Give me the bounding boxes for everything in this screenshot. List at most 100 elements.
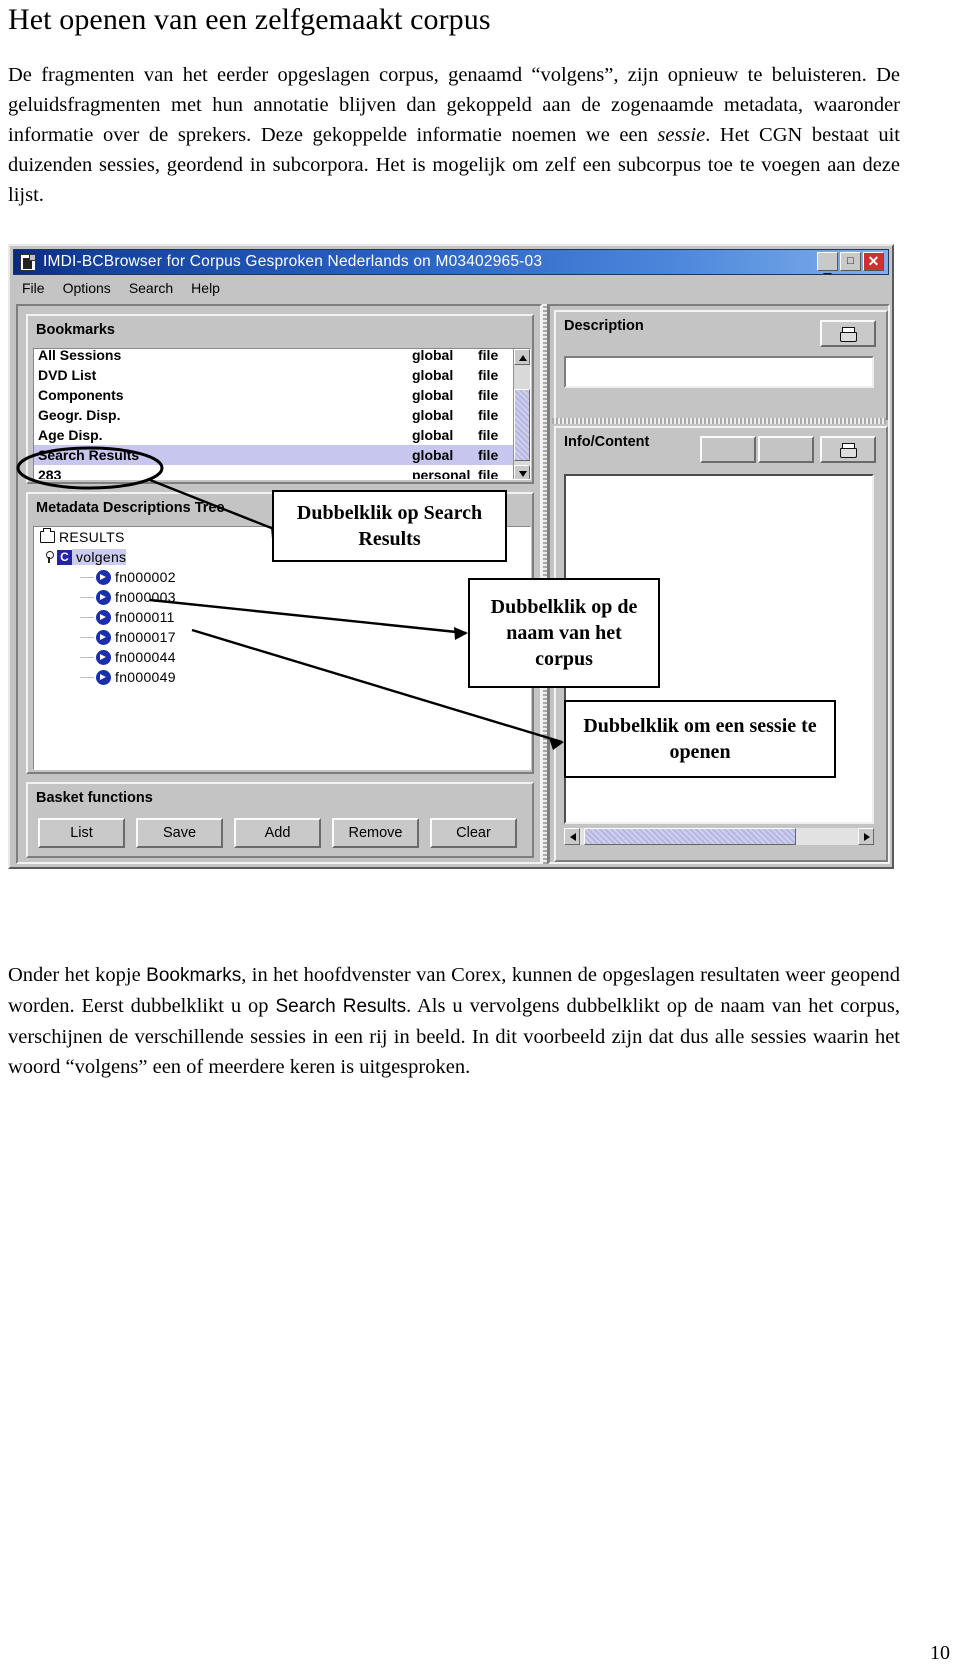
- tree-line: [80, 656, 94, 658]
- bookmark-scope: global: [412, 387, 454, 403]
- bookmarks-panel: Bookmarks All Sessions global file DVD L…: [26, 314, 534, 484]
- session-arrow-icon: [96, 589, 111, 605]
- clear-button[interactable]: Clear: [430, 818, 517, 848]
- window-title: IMDI-BCBrowser for Corpus Gesproken Nede…: [43, 253, 543, 270]
- tree-node-label: fn000044: [115, 649, 176, 665]
- info-content-print-button[interactable]: [820, 436, 876, 463]
- minimize-button[interactable]: _: [817, 252, 838, 274]
- bookmark-row[interactable]: All Sessions global file: [34, 348, 530, 365]
- hscrollbar-track[interactable]: [580, 828, 858, 845]
- bookmark-name: Age Disp.: [38, 427, 103, 443]
- bookmark-name: Components: [38, 387, 124, 403]
- bookmark-row[interactable]: Geogr. Disp. global file: [34, 405, 530, 425]
- bookmark-scope: global: [412, 427, 454, 443]
- callout-text: Dubbelklik op de naam van het corpus: [490, 596, 638, 670]
- window-titlebar: IMDI-BCBrowser for Corpus Gesproken Nede…: [13, 249, 889, 275]
- bookmark-scope: global: [412, 447, 454, 463]
- scroll-right-icon[interactable]: [858, 828, 874, 845]
- basket-functions-panel: Basket functions List Save Add Remove Cl…: [26, 782, 534, 858]
- tree-line: [80, 576, 94, 578]
- bookmarks-scrollbar[interactable]: [513, 349, 530, 479]
- maximize-button[interactable]: □: [840, 252, 861, 271]
- bookmark-row[interactable]: DVD List global file: [34, 365, 530, 385]
- save-button[interactable]: Save: [136, 818, 223, 848]
- tree-node-label: fn000011: [115, 609, 175, 625]
- callout-corpus-name: Dubbelklik op de naam van het corpus: [468, 578, 660, 688]
- info-toolbar-button-1[interactable]: [700, 436, 756, 463]
- description-print-button[interactable]: [820, 320, 876, 347]
- close-icon: ✕: [867, 253, 880, 269]
- intro-italic-term: sessie: [657, 124, 706, 146]
- session-arrow-icon: [96, 569, 111, 585]
- tree-node-session[interactable]: fn000002: [34, 567, 530, 587]
- page-number: 10: [930, 1642, 950, 1664]
- scrollbar-thumb[interactable]: [514, 389, 530, 461]
- basket-buttons: List Save Add Remove Clear: [38, 818, 517, 848]
- tree-node-session[interactable]: fn000044: [34, 647, 530, 667]
- bookmark-name: Search Results: [38, 447, 140, 463]
- menu-item-file[interactable]: File: [13, 278, 54, 298]
- tree-node-session[interactable]: fn000003: [34, 587, 530, 607]
- description-input[interactable]: [564, 356, 874, 388]
- tree-node-label: volgens: [72, 549, 127, 565]
- minimize-icon: _: [823, 258, 832, 274]
- closing-paragraph: Onder het kopje Bookmarks, in het hoofdv…: [8, 960, 900, 1082]
- bookmarks-label: Bookmarks: [36, 322, 115, 338]
- printer-icon: [840, 442, 857, 458]
- tree-node-label: fn000017: [115, 629, 176, 645]
- menu-item-search[interactable]: Search: [120, 278, 182, 298]
- tree-line: [80, 596, 94, 598]
- scroll-down-icon[interactable]: [514, 465, 530, 479]
- tree-node-session[interactable]: fn000049: [34, 667, 530, 687]
- bookmark-scope: personal: [412, 467, 471, 480]
- callout-search-results: Dubbelklik op Search Results: [272, 490, 507, 562]
- bookmark-name: 283: [38, 467, 62, 480]
- corpus-c-icon: C: [57, 549, 72, 565]
- closing-bold-search-results: Search Results: [275, 996, 407, 1017]
- metadata-tree[interactable]: RESULTS C volgens fn000002 fn000003 fn00…: [33, 526, 531, 770]
- bookmark-name: Geogr. Disp.: [38, 407, 121, 423]
- tree-line: [80, 616, 94, 618]
- session-arrow-icon: [96, 629, 111, 645]
- callout-text: Dubbelklik om een sessie te openen: [583, 715, 817, 763]
- tree-node-session[interactable]: fn000011: [34, 607, 530, 627]
- tree-line: [80, 636, 94, 638]
- close-button[interactable]: ✕: [863, 252, 884, 271]
- hscrollbar-thumb[interactable]: [584, 828, 796, 845]
- bookmark-row-search-results[interactable]: Search Results global file: [34, 445, 530, 465]
- bookmark-row[interactable]: Age Disp. global file: [34, 425, 530, 445]
- tree-node-label: fn000049: [115, 669, 176, 685]
- session-arrow-icon: [96, 669, 111, 685]
- tree-node-label: fn000003: [115, 589, 176, 605]
- menu-item-help[interactable]: Help: [182, 278, 229, 298]
- basket-functions-label: Basket functions: [36, 790, 153, 806]
- list-button[interactable]: List: [38, 818, 125, 848]
- info-toolbar-button-2[interactable]: [758, 436, 814, 463]
- tree-node-session[interactable]: fn000017: [34, 627, 530, 647]
- add-button[interactable]: Add: [234, 818, 321, 848]
- bookmark-scope: global: [412, 348, 454, 363]
- menu-bar: File Options Search Help: [13, 277, 889, 299]
- callout-open-session: Dubbelklik om een sessie te openen: [564, 700, 836, 778]
- scroll-left-icon[interactable]: [564, 828, 580, 845]
- tree-node-label: RESULTS: [59, 529, 125, 545]
- scroll-up-icon[interactable]: [514, 349, 530, 365]
- info-content-hscrollbar[interactable]: [564, 828, 874, 845]
- bookmarks-list[interactable]: All Sessions global file DVD List global…: [33, 348, 531, 480]
- bookmark-name: All Sessions: [38, 348, 122, 363]
- remove-button[interactable]: Remove: [332, 818, 419, 848]
- printer-icon: [840, 326, 857, 342]
- menu-item-options[interactable]: Options: [54, 278, 120, 298]
- bookmark-scope: global: [412, 407, 454, 423]
- closing-text-1: Onder het kopje: [8, 964, 147, 986]
- tree-line: [80, 676, 94, 678]
- horizontal-splitter[interactable]: [552, 418, 886, 424]
- description-panel: Description: [554, 310, 888, 420]
- bookmark-scope: global: [412, 367, 454, 383]
- folder-icon: [40, 528, 55, 543]
- callout-text: Dubbelklik op Search Results: [296, 502, 483, 550]
- expand-handle-icon[interactable]: [42, 550, 56, 564]
- bookmark-row[interactable]: Components global file: [34, 385, 530, 405]
- tree-node-label: fn000002: [115, 569, 176, 585]
- bookmark-row[interactable]: 283 personal file: [34, 465, 530, 480]
